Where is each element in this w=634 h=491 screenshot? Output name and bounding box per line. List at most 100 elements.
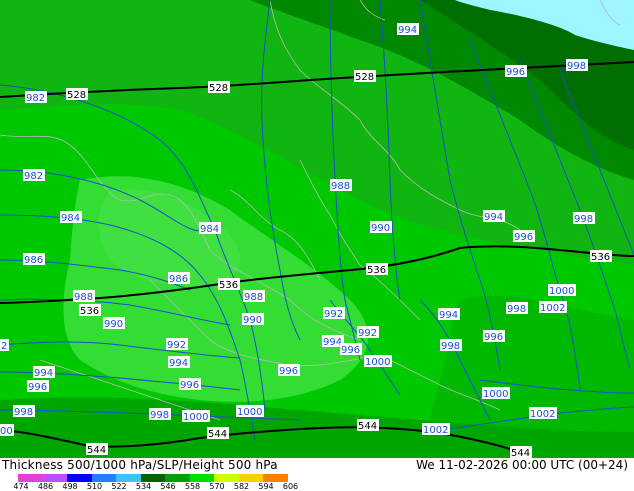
legend-swatch xyxy=(18,474,43,482)
isobar-label: 990 xyxy=(242,313,264,326)
svg-text:528: 528 xyxy=(355,72,374,83)
isobar-label: 982 xyxy=(23,169,45,182)
svg-text:544: 544 xyxy=(358,421,377,432)
isobar-label: 994 xyxy=(483,210,505,223)
height-label: 536 xyxy=(366,263,388,276)
legend-swatch xyxy=(238,474,263,482)
svg-text:998: 998 xyxy=(507,304,526,315)
svg-text:996: 996 xyxy=(180,380,199,391)
isobar-label: 988 xyxy=(330,179,352,192)
valid-time: We 11-02-2026 00:00 UTC (00+24) xyxy=(416,458,628,472)
map-footer: Thickness 500/1000 hPa/SLP/Height 500 hP… xyxy=(0,458,634,491)
isobar-label: 998 xyxy=(566,59,588,72)
svg-text:994: 994 xyxy=(169,358,188,369)
legend-swatch xyxy=(140,474,165,482)
isobar-label: 1000 xyxy=(236,405,264,418)
weather-map: 528 528 528 536 536 536 536 544 544 544 … xyxy=(0,0,634,458)
isobar-label: 986 xyxy=(23,253,45,266)
height-label: 536 xyxy=(590,250,612,263)
isobar-label: 982 xyxy=(25,91,47,104)
isobar-label: 996 xyxy=(278,364,300,377)
svg-text:992: 992 xyxy=(167,340,186,351)
height-label: 536 xyxy=(218,278,240,291)
svg-text:994: 994 xyxy=(323,337,342,348)
svg-text:990: 990 xyxy=(371,223,390,234)
isobar-label: 996 xyxy=(513,230,535,243)
svg-text:528: 528 xyxy=(209,83,228,94)
isobar-label: 998 xyxy=(149,408,171,421)
legend-swatch xyxy=(165,474,190,482)
svg-text:996: 996 xyxy=(484,332,503,343)
svg-text:996: 996 xyxy=(514,232,533,243)
isobar-label: 990 xyxy=(370,221,392,234)
svg-text:536: 536 xyxy=(591,252,610,263)
legend-swatch xyxy=(91,474,116,482)
legend-swatch xyxy=(189,474,214,482)
svg-text:996: 996 xyxy=(341,345,360,356)
height-label: 544 xyxy=(510,446,532,458)
svg-text:994: 994 xyxy=(398,25,417,36)
isobar-label: 998 xyxy=(506,302,528,315)
svg-text:994: 994 xyxy=(34,368,53,379)
isobar-label: 988 xyxy=(243,290,265,303)
height-label: 528 xyxy=(354,70,376,83)
svg-text:996: 996 xyxy=(28,382,47,393)
svg-text:536: 536 xyxy=(367,265,386,276)
svg-text:1000: 1000 xyxy=(237,407,262,418)
svg-text:2: 2 xyxy=(1,341,7,352)
isobar-label: 1002 xyxy=(539,301,567,314)
isobar-label: 1002 xyxy=(422,423,450,436)
height-label: 544 xyxy=(357,419,379,432)
svg-text:1002: 1002 xyxy=(530,409,555,420)
svg-text:536: 536 xyxy=(219,280,238,291)
svg-text:988: 988 xyxy=(331,181,350,192)
svg-text:544: 544 xyxy=(511,448,530,458)
svg-text:1000: 1000 xyxy=(483,389,508,400)
height-label: 544 xyxy=(86,443,108,456)
isobar-label: 998 xyxy=(573,212,595,225)
svg-text:992: 992 xyxy=(324,309,343,320)
svg-text:998: 998 xyxy=(567,61,586,72)
isobar-label: 998 xyxy=(13,405,35,418)
legend-swatch xyxy=(67,474,92,482)
isobar-label: 992 xyxy=(357,326,379,339)
isobar-label: 994 xyxy=(397,23,419,36)
isobar-label: 996 xyxy=(483,330,505,343)
isobar-label: 992 xyxy=(166,338,188,351)
svg-text:998: 998 xyxy=(14,407,33,418)
legend-swatch xyxy=(42,474,67,482)
isobar-label: 992 xyxy=(323,307,345,320)
height-label: 536 xyxy=(79,304,101,317)
isobar-label: 986 xyxy=(168,272,190,285)
svg-text:982: 982 xyxy=(24,171,43,182)
svg-text:996: 996 xyxy=(279,366,298,377)
svg-text:986: 986 xyxy=(169,274,188,285)
svg-text:528: 528 xyxy=(67,90,86,101)
svg-text:1000: 1000 xyxy=(365,357,390,368)
isobar-label: 1000 xyxy=(482,387,510,400)
isobar-label: 998 xyxy=(440,339,462,352)
isobar-label: 990 xyxy=(103,317,125,330)
isobar-label: 00 xyxy=(0,424,14,437)
svg-text:998: 998 xyxy=(441,341,460,352)
svg-text:990: 990 xyxy=(104,319,123,330)
isobar-label: 994 xyxy=(33,366,55,379)
svg-text:984: 984 xyxy=(61,213,80,224)
svg-text:998: 998 xyxy=(574,214,593,225)
svg-text:988: 988 xyxy=(74,292,93,303)
svg-text:00: 00 xyxy=(0,426,13,437)
svg-text:544: 544 xyxy=(208,429,227,440)
legend-swatch xyxy=(214,474,239,482)
svg-text:986: 986 xyxy=(24,255,43,266)
svg-text:990: 990 xyxy=(243,315,262,326)
svg-text:536: 536 xyxy=(80,306,99,317)
legend-swatch xyxy=(263,474,288,482)
isobar-label: 988 xyxy=(73,290,95,303)
isobar-label: 984 xyxy=(60,211,82,224)
svg-text:994: 994 xyxy=(484,212,503,223)
isobar-label: 1000 xyxy=(548,284,576,297)
isobar-label: 994 xyxy=(438,308,460,321)
svg-text:996: 996 xyxy=(506,67,525,78)
isobar-label: 1000 xyxy=(182,410,210,423)
svg-text:544: 544 xyxy=(87,445,106,456)
